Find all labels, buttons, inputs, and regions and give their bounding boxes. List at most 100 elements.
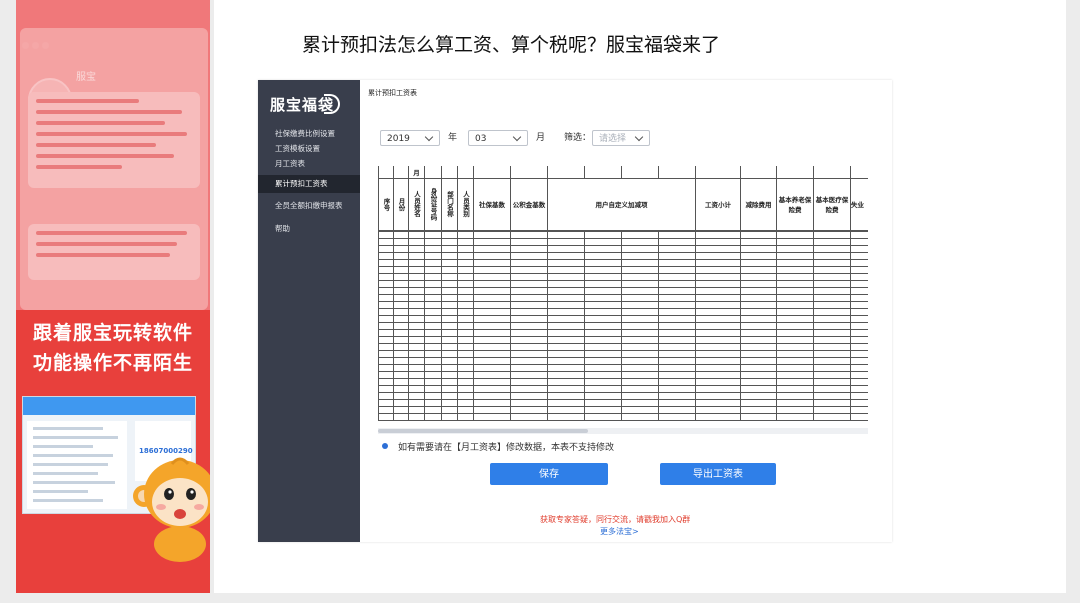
table-cell[interactable]: [457, 349, 474, 358]
table-cell[interactable]: [424, 349, 442, 358]
table-cell[interactable]: [658, 307, 696, 316]
table-cell[interactable]: [584, 300, 622, 309]
table-cell[interactable]: [776, 293, 814, 302]
table-cell[interactable]: [740, 384, 777, 393]
table-cell[interactable]: [776, 314, 814, 323]
table-cell[interactable]: [473, 314, 511, 323]
year-select[interactable]: 2019: [380, 130, 440, 146]
table-cell[interactable]: [776, 356, 814, 365]
table-cell[interactable]: [695, 384, 741, 393]
table-cell[interactable]: [378, 370, 394, 379]
table-cell[interactable]: [850, 230, 868, 239]
table-cell[interactable]: [547, 279, 585, 288]
table-cell[interactable]: [457, 342, 474, 351]
table-cell[interactable]: [695, 377, 741, 386]
table-cell[interactable]: [473, 391, 511, 400]
table-cell[interactable]: [621, 237, 659, 246]
table-cell[interactable]: [378, 384, 394, 393]
table-cell[interactable]: [621, 279, 659, 288]
table-cell[interactable]: [408, 265, 425, 274]
table-cell[interactable]: [584, 377, 622, 386]
sidebar-item-help[interactable]: 帮助: [258, 221, 360, 237]
table-cell[interactable]: [658, 321, 696, 330]
table-cell[interactable]: [621, 321, 659, 330]
table-cell[interactable]: [393, 314, 409, 323]
table-cell[interactable]: [740, 377, 777, 386]
table-cell[interactable]: [510, 230, 548, 239]
table-cell[interactable]: [850, 314, 868, 323]
table-cell[interactable]: [740, 363, 777, 372]
table-cell[interactable]: [473, 328, 511, 337]
table-cell[interactable]: [457, 251, 474, 260]
table-cell[interactable]: [658, 398, 696, 407]
table-cell[interactable]: [658, 335, 696, 344]
sidebar-item-social-security-rate[interactable]: 社保缴费比例设置: [258, 126, 360, 142]
table-cell[interactable]: [393, 377, 409, 386]
table-cell[interactable]: [424, 251, 442, 260]
table-cell[interactable]: [473, 265, 511, 274]
table-cell[interactable]: [378, 405, 394, 414]
table-cell[interactable]: [441, 335, 458, 344]
table-cell[interactable]: [547, 300, 585, 309]
table-cell[interactable]: [393, 307, 409, 316]
table-cell[interactable]: [473, 370, 511, 379]
table-cell[interactable]: [441, 342, 458, 351]
table-cell[interactable]: [850, 300, 868, 309]
table-cell[interactable]: [457, 384, 474, 393]
scrollbar-thumb[interactable]: [378, 429, 588, 433]
table-cell[interactable]: [850, 293, 868, 302]
table-cell[interactable]: [424, 258, 442, 267]
table-cell[interactable]: [510, 405, 548, 414]
table-cell[interactable]: [695, 405, 741, 414]
table-cell[interactable]: [457, 321, 474, 330]
table-cell[interactable]: [510, 237, 548, 246]
table-cell[interactable]: [441, 286, 458, 295]
table-cell[interactable]: [740, 398, 777, 407]
table-cell[interactable]: [473, 342, 511, 351]
table-cell[interactable]: [378, 272, 394, 281]
table-cell[interactable]: [424, 412, 442, 421]
table-cell[interactable]: [457, 237, 474, 246]
table-cell[interactable]: [813, 300, 851, 309]
table-cell[interactable]: [850, 342, 868, 351]
table-cell[interactable]: [393, 370, 409, 379]
table-cell[interactable]: [424, 314, 442, 323]
table-cell[interactable]: [378, 321, 394, 330]
table-cell[interactable]: [740, 279, 777, 288]
table-cell[interactable]: [378, 391, 394, 400]
table-horizontal-scrollbar[interactable]: [378, 428, 868, 434]
table-cell[interactable]: [695, 342, 741, 351]
table-cell[interactable]: [547, 328, 585, 337]
table-cell[interactable]: [441, 251, 458, 260]
table-cell[interactable]: [378, 335, 394, 344]
table-cell[interactable]: [441, 272, 458, 281]
table-cell[interactable]: [510, 307, 548, 316]
table-cell[interactable]: [408, 384, 425, 393]
table-cell[interactable]: [393, 244, 409, 253]
table-cell[interactable]: [584, 363, 622, 372]
table-cell[interactable]: [850, 258, 868, 267]
table-cell[interactable]: [776, 230, 814, 239]
table-cell[interactable]: [813, 349, 851, 358]
table-cell[interactable]: [740, 405, 777, 414]
table-cell[interactable]: [378, 237, 394, 246]
table-cell[interactable]: [813, 272, 851, 281]
table-cell[interactable]: [510, 370, 548, 379]
table-cell[interactable]: [510, 293, 548, 302]
table-cell[interactable]: [813, 405, 851, 414]
table-cell[interactable]: [441, 300, 458, 309]
table-cell[interactable]: [424, 363, 442, 372]
table-cell[interactable]: [457, 272, 474, 281]
table-cell[interactable]: [547, 314, 585, 323]
table-cell[interactable]: [584, 251, 622, 260]
table-cell[interactable]: [457, 244, 474, 253]
table-cell[interactable]: [695, 230, 741, 239]
table-cell[interactable]: [408, 349, 425, 358]
table-cell[interactable]: [584, 237, 622, 246]
table-cell[interactable]: [695, 335, 741, 344]
table-cell[interactable]: [473, 230, 511, 239]
table-cell[interactable]: [695, 356, 741, 365]
table-cell[interactable]: [473, 377, 511, 386]
table-cell[interactable]: [424, 293, 442, 302]
table-cell[interactable]: [695, 258, 741, 267]
